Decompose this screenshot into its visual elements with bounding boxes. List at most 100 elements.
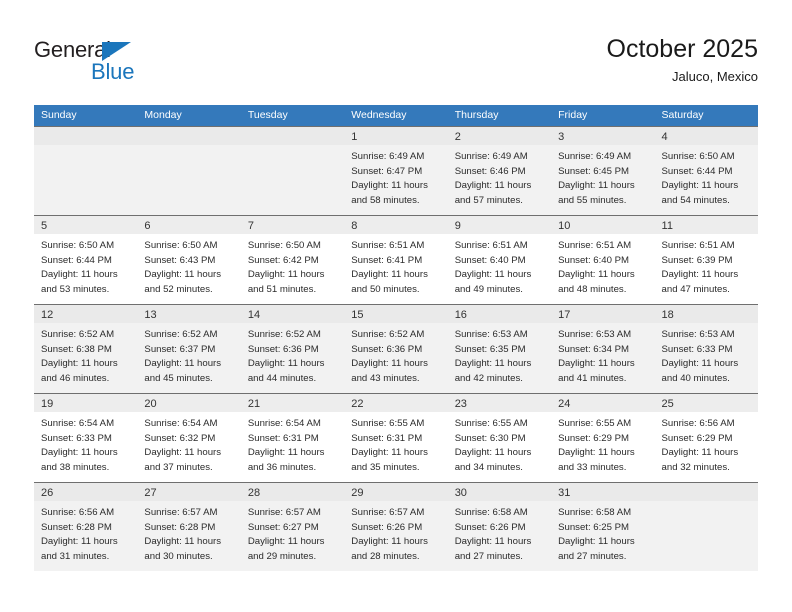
title-block: October 2025 Jaluco, Mexico bbox=[607, 34, 759, 86]
day-number: 17 bbox=[558, 309, 571, 321]
calendar-day-cell[interactable]: 1 Sunrise: 6:49 AM Sunset: 6:47 PM Daylight… bbox=[344, 126, 448, 215]
daylight-text-line1: Daylight: 11 hours bbox=[247, 269, 325, 280]
daylight-text-line1: Daylight: 11 hours bbox=[351, 536, 428, 547]
day-detail-body: Sunrise: 6:49 AM Sunset: 6:46 PM Daylight:… bbox=[447, 145, 552, 215]
calendar-week-row: 19 Sunrise: 6:54 AM Sunset: 6:33 PM Dayligh… bbox=[34, 393, 758, 482]
day-number: 1 bbox=[351, 131, 358, 143]
sunset-text: Sunset: 6:44 PM bbox=[41, 254, 112, 266]
daylight-text-line1: Daylight: 11 hours bbox=[247, 358, 325, 369]
sunset-text: Sunset: 6:28 PM bbox=[41, 521, 112, 533]
calendar-day-cell[interactable]: 16 Sunrise: 6:53 AM Sunset: 6:35 PM Dayligh… bbox=[447, 304, 552, 393]
daylight-text-line2: and 51 minutes. bbox=[247, 283, 317, 295]
calendar-day-cell[interactable]: 18 Sunrise: 6:53 AM Sunset: 6:33 PM Dayligh… bbox=[654, 304, 758, 393]
daylight-text-line1: Daylight: 11 hours bbox=[454, 447, 532, 458]
calendar-day-cell[interactable]: 20 Sunrise: 6:54 AM Sunset: 6:32 PM Dayligh… bbox=[137, 393, 241, 482]
day-detail-body bbox=[137, 145, 241, 215]
day-number: 15 bbox=[351, 309, 364, 321]
calendar-day-cell[interactable]: 31 Sunrise: 6:58 AM Sunset: 6:25 PM Dayligh… bbox=[551, 482, 655, 571]
daylight-text-line2: and 57 minutes. bbox=[454, 194, 523, 206]
sunset-text: Sunset: 6:36 PM bbox=[247, 343, 319, 355]
calendar-day-cell[interactable]: 25 Sunrise: 6:56 AM Sunset: 6:29 PM Dayligh… bbox=[654, 393, 758, 482]
day-number-band: 12 bbox=[34, 305, 138, 323]
day-detail-body: Sunrise: 6:58 AM Sunset: 6:25 PM Daylight:… bbox=[551, 501, 655, 571]
calendar-day-cell[interactable]: 4 Sunrise: 6:50 AM Sunset: 6:44 PM Daylight… bbox=[654, 126, 758, 215]
daylight-text-line1: Daylight: 11 hours bbox=[454, 180, 532, 191]
daylight-text-line1: Daylight: 11 hours bbox=[558, 358, 635, 369]
daylight-text-line1: Daylight: 11 hours bbox=[144, 269, 222, 280]
calendar-day-cell[interactable]: 29 Sunrise: 6:57 AM Sunset: 6:26 PM Dayligh… bbox=[344, 482, 448, 571]
day-number: 2 bbox=[454, 131, 461, 143]
logo-text-blue: Blue bbox=[91, 59, 135, 84]
calendar-day-cell[interactable]: 3 Sunrise: 6:49 AM Sunset: 6:45 PM Daylight… bbox=[551, 126, 655, 215]
calendar-day-cell[interactable]: 26 Sunrise: 6:56 AM Sunset: 6:28 PM Dayligh… bbox=[34, 482, 138, 571]
day-number: 31 bbox=[558, 487, 571, 499]
day-number: 13 bbox=[144, 309, 157, 321]
day-detail-body: Sunrise: 6:49 AM Sunset: 6:45 PM Daylight:… bbox=[551, 145, 655, 215]
calendar-week-row: 1 Sunrise: 6:49 AM Sunset: 6:47 PM Daylight… bbox=[34, 126, 758, 215]
daylight-text-line2: and 40 minutes. bbox=[661, 372, 730, 384]
sunset-text: Sunset: 6:33 PM bbox=[41, 432, 112, 444]
day-number-band: 22 bbox=[344, 394, 448, 412]
calendar-day-cell[interactable]: 6 Sunrise: 6:50 AM Sunset: 6:43 PM Daylight… bbox=[137, 215, 241, 304]
calendar-day-cell[interactable]: 28 Sunrise: 6:57 AM Sunset: 6:27 PM Dayligh… bbox=[240, 482, 345, 571]
calendar-day-cell[interactable]: 2 Sunrise: 6:49 AM Sunset: 6:46 PM Daylight… bbox=[447, 126, 552, 215]
calendar-day-cell[interactable]: 5 Sunrise: 6:50 AM Sunset: 6:44 PM Daylight… bbox=[34, 215, 138, 304]
page-header: General Blue October 2025 Jaluco, Mexico bbox=[0, 0, 792, 100]
daylight-text-line1: Daylight: 11 hours bbox=[454, 358, 532, 369]
calendar-day-cell[interactable]: 7 Sunrise: 6:50 AM Sunset: 6:42 PM Daylight… bbox=[240, 215, 345, 304]
daylight-text-line2: and 32 minutes. bbox=[661, 461, 730, 473]
calendar-week-row: 12 Sunrise: 6:52 AM Sunset: 6:38 PM Dayligh… bbox=[34, 304, 758, 393]
day-detail-body: Sunrise: 6:54 AM Sunset: 6:32 PM Daylight:… bbox=[137, 412, 240, 482]
sunrise-text: Sunrise: 6:53 AM bbox=[454, 329, 528, 340]
calendar-day-cell[interactable]: 10 Sunrise: 6:51 AM Sunset: 6:40 PM Dayligh… bbox=[551, 215, 655, 304]
daylight-text-line2: and 28 minutes. bbox=[351, 550, 420, 562]
daylight-text-line1: Daylight: 11 hours bbox=[558, 269, 635, 280]
daylight-text-line1: Daylight: 11 hours bbox=[351, 358, 428, 369]
day-number-band bbox=[137, 127, 241, 145]
daylight-text-line2: and 44 minutes. bbox=[247, 372, 317, 384]
day-number-band: 28 bbox=[240, 483, 345, 501]
sunset-text: Sunset: 6:32 PM bbox=[144, 432, 216, 444]
sunset-text: Sunset: 6:33 PM bbox=[661, 343, 733, 355]
sunrise-text: Sunrise: 6:50 AM bbox=[41, 240, 115, 251]
sunrise-text: Sunrise: 6:52 AM bbox=[351, 329, 425, 340]
day-number: 23 bbox=[454, 398, 467, 410]
calendar-day-cell[interactable]: 14 Sunrise: 6:52 AM Sunset: 6:36 PM Dayligh… bbox=[240, 304, 345, 393]
day-number: 6 bbox=[144, 220, 151, 232]
sunset-text: Sunset: 6:37 PM bbox=[144, 343, 216, 355]
day-number-band: 1 bbox=[344, 127, 448, 145]
daylight-text-line2: and 37 minutes. bbox=[144, 461, 213, 473]
calendar-day-cell[interactable]: 27 Sunrise: 6:57 AM Sunset: 6:28 PM Dayligh… bbox=[137, 482, 241, 571]
day-number-band: 11 bbox=[654, 216, 758, 234]
calendar-day-cell[interactable]: 23 Sunrise: 6:55 AM Sunset: 6:30 PM Dayligh… bbox=[447, 393, 552, 482]
calendar-day-cell[interactable]: 22 Sunrise: 6:55 AM Sunset: 6:31 PM Dayligh… bbox=[344, 393, 448, 482]
day-number: 26 bbox=[41, 487, 54, 499]
daylight-text-line1: Daylight: 11 hours bbox=[558, 536, 635, 547]
day-detail-body: Sunrise: 6:52 AM Sunset: 6:38 PM Daylight:… bbox=[34, 323, 138, 393]
calendar-day-cell[interactable]: 15 Sunrise: 6:52 AM Sunset: 6:36 PM Dayligh… bbox=[344, 304, 448, 393]
calendar-day-cell[interactable]: 17 Sunrise: 6:53 AM Sunset: 6:34 PM Dayligh… bbox=[551, 304, 655, 393]
sunrise-text: Sunrise: 6:56 AM bbox=[661, 418, 735, 429]
calendar-day-cell[interactable]: 8 Sunrise: 6:51 AM Sunset: 6:41 PM Daylight… bbox=[344, 215, 448, 304]
calendar-day-cell[interactable]: 19 Sunrise: 6:54 AM Sunset: 6:33 PM Dayligh… bbox=[34, 393, 138, 482]
calendar-day-cell[interactable]: 21 Sunrise: 6:54 AM Sunset: 6:31 PM Dayligh… bbox=[240, 393, 345, 482]
calendar-day-cell[interactable]: 30 Sunrise: 6:58 AM Sunset: 6:26 PM Dayligh… bbox=[447, 482, 552, 571]
daylight-text-line2: and 47 minutes. bbox=[661, 283, 730, 295]
day-number: 29 bbox=[351, 487, 364, 499]
day-detail-body: Sunrise: 6:57 AM Sunset: 6:26 PM Daylight:… bbox=[344, 501, 448, 571]
weekday-header-monday: Monday bbox=[144, 109, 182, 121]
sunrise-text: Sunrise: 6:52 AM bbox=[144, 329, 218, 340]
calendar-day-cell[interactable]: 24 Sunrise: 6:55 AM Sunset: 6:29 PM Dayligh… bbox=[551, 393, 655, 482]
calendar-day-cell[interactable]: 13 Sunrise: 6:52 AM Sunset: 6:37 PM Dayligh… bbox=[137, 304, 241, 393]
calendar-day-cell[interactable]: 12 Sunrise: 6:52 AM Sunset: 6:38 PM Dayligh… bbox=[34, 304, 138, 393]
sunrise-text: Sunrise: 6:53 AM bbox=[558, 329, 632, 340]
day-number-band: 7 bbox=[240, 216, 345, 234]
day-number: 30 bbox=[454, 487, 467, 499]
day-number: 10 bbox=[558, 220, 571, 232]
weekday-header-wednesday: Wednesday bbox=[351, 109, 407, 121]
sunset-text: Sunset: 6:28 PM bbox=[144, 521, 216, 533]
calendar-day-cell[interactable]: 11 Sunrise: 6:51 AM Sunset: 6:39 PM Dayligh… bbox=[654, 215, 758, 304]
day-number-band: 17 bbox=[551, 305, 655, 323]
sunrise-text: Sunrise: 6:57 AM bbox=[351, 507, 425, 518]
calendar-day-cell[interactable]: 9 Sunrise: 6:51 AM Sunset: 6:40 PM Daylight… bbox=[447, 215, 552, 304]
